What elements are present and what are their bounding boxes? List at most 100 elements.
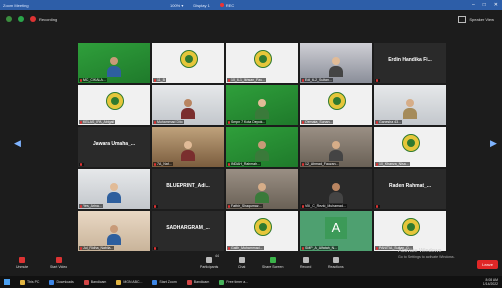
windows-start-icon[interactable] (4, 279, 10, 285)
participant-name: Fathir_Shaqumaz... (231, 204, 262, 208)
participant-tile[interactable]: Muhammad Dito (152, 85, 224, 125)
muted-mic-icon (80, 78, 82, 82)
participant-label: Jul_Ridha_Nabila... (79, 246, 115, 250)
system-clock[interactable]: 8:08 AM 1/14/2022 (483, 278, 498, 286)
recording-label: Recording (39, 16, 58, 22)
share-screen-button[interactable]: Share Screen (262, 257, 283, 269)
security-shield-icon[interactable] (18, 16, 24, 22)
participant-tile[interactable]: MC_CIKALA... (78, 43, 150, 83)
taskbar-item-this-pc[interactable]: This PC (20, 279, 39, 285)
participant-video (181, 99, 195, 119)
logo-emblem-icon (407, 139, 415, 147)
info-icon[interactable] (6, 16, 12, 22)
participant-tile[interactable]: 10_Khanza_Nisa... (374, 127, 446, 167)
muted-mic-icon (302, 78, 304, 82)
participant-name: Ganesha 43... (379, 120, 401, 124)
zoom-level[interactable]: 100% ▾ (170, 3, 183, 8)
participant-tile[interactable]: KELAS_IPA_Abigail (78, 85, 150, 125)
participant-tile[interactable]: Jawara Umaha_... (78, 127, 150, 167)
document-icon (116, 279, 122, 285)
person-body (329, 66, 343, 77)
participants-icon (206, 257, 213, 263)
participant-tile[interactable]: Fathir_Shaqumaz... (226, 169, 298, 209)
participant-name-display: BLUEPRINT_Adi... (166, 183, 210, 189)
zoom-icon (152, 279, 158, 285)
participant-tile[interactable]: Erdin Handika Fi... (374, 43, 446, 83)
participant-name: Yes_Arina... (83, 204, 102, 208)
participant-label: Edi_6-2_Sultan... (301, 78, 333, 82)
muted-mic-icon (228, 246, 230, 250)
participant-tile[interactable]: 7A_Naf... (152, 127, 224, 167)
person-body (329, 192, 343, 203)
participant-tile[interactable]: Jul_Ridha_Nabila... (78, 211, 150, 251)
participant-tile[interactable]: 10_6-1_Ikhsan_Fau... (226, 43, 298, 83)
school-logo-icon (106, 92, 124, 110)
close-button[interactable]: ✕ (494, 2, 498, 8)
participant-tile[interactable]: Galih_Muhammad... (226, 211, 298, 251)
participant-tile[interactable]: 11_B (152, 43, 224, 83)
participant-name: Oemata_Sunan... (305, 120, 333, 124)
bandicam-icon (83, 279, 89, 285)
participant-label: Galih_Muhammad... (227, 246, 264, 250)
taskbar-item-free-timer[interactable]: Free timer a... (219, 279, 248, 285)
participant-grid: MC_CIKALA... 11_B 10_6-1_Ikhsan_Fau... Edi_… (78, 43, 446, 251)
taskbar-item-start-zoom[interactable]: Start Zoom (152, 279, 177, 285)
leave-button[interactable]: Leave (477, 260, 498, 269)
participant-tile[interactable]: Yes_Arina... (78, 169, 150, 209)
minimize-button[interactable]: – (472, 2, 475, 8)
reactions-button[interactable]: Reactions (328, 257, 344, 269)
record-button[interactable]: Record (300, 257, 311, 269)
prev-page-arrow-icon[interactable]: ◀ (14, 138, 21, 149)
participant-tile[interactable]: INDAH_Rahmah... (226, 127, 298, 167)
next-page-arrow-icon[interactable]: ▶ (490, 138, 497, 149)
participant-label: Muhammad Dito (153, 120, 184, 124)
participant-tile[interactable]: PANITIA_Sultan_G... (374, 211, 446, 251)
participant-tile[interactable]: BLUEPRINT_Adi... (152, 169, 224, 209)
taskbar-item-bandicam[interactable]: Bandicam (83, 279, 106, 285)
muted-mic-icon (228, 204, 230, 208)
taskbar-item-bandicam-2[interactable]: Bandicam (186, 279, 209, 285)
taskbar-item-mgn[interactable]: MGN ABC... (116, 279, 142, 285)
timer-icon (219, 279, 225, 285)
unmute-button[interactable]: Unmute (16, 257, 28, 269)
muted-mic-icon (228, 120, 230, 124)
participant-tile[interactable]: VIII_C_Rezki_Muhamad... (300, 169, 372, 209)
display-selector[interactable]: Display 1 (193, 3, 209, 8)
participant-tile[interactable]: Smpn 7 Kota Depok... (226, 85, 298, 125)
muted-mic-icon (154, 120, 156, 124)
participant-tile[interactable]: Edi_6-2_Sultan... (300, 43, 372, 83)
participant-label (375, 205, 380, 208)
participant-tile[interactable]: SADHARGRAM_... (152, 211, 224, 251)
video-off-icon (55, 257, 62, 263)
school-logo-icon (402, 218, 420, 236)
participant-tile[interactable]: A SMP_A_Alfatah_N... (300, 211, 372, 251)
participant-tile[interactable]: Oemata_Sunan... (300, 85, 372, 125)
title-bar: Zoom Meeting 100% ▾ Display 1 REC – □ ✕ (0, 0, 502, 10)
muted-mic-icon (302, 162, 304, 166)
maximize-button[interactable]: □ (483, 2, 486, 8)
participant-name: 10_Khanza_Nisa... (379, 162, 409, 166)
person-head (258, 99, 266, 107)
person-body (255, 150, 269, 161)
person-body (255, 108, 269, 119)
participant-name: SMP_A_Alfatah_N... (305, 246, 338, 250)
windows-taskbar: This PC Downloads Bandicam MGN ABC... St… (0, 276, 502, 288)
person-body (107, 66, 121, 77)
person-head (184, 141, 192, 149)
speaker-view-button[interactable]: Speaker View (458, 15, 494, 23)
participant-name: 12_Ahmad_Fauzan... (305, 162, 339, 166)
participant-tile[interactable]: Raden Rahmat_... (374, 169, 446, 209)
participant-tile[interactable]: Ganesha 43... (374, 85, 446, 125)
participant-name: Edi_6-2_Sultan... (305, 78, 332, 82)
participant-video (329, 141, 343, 161)
start-video-button[interactable]: Start Video (50, 257, 67, 269)
participants-button[interactable]: Participants (200, 257, 218, 269)
logo-emblem-icon (333, 97, 341, 105)
muted-mic-icon (376, 205, 378, 208)
participant-tile[interactable]: 12_Ahmad_Fauzan... (300, 127, 372, 167)
chat-button[interactable]: Chat (238, 257, 245, 269)
person-body (329, 150, 343, 161)
participant-label: 11_B (153, 78, 166, 82)
taskbar-item-downloads[interactable]: Downloads (49, 279, 74, 285)
bandicam-icon (186, 279, 192, 285)
